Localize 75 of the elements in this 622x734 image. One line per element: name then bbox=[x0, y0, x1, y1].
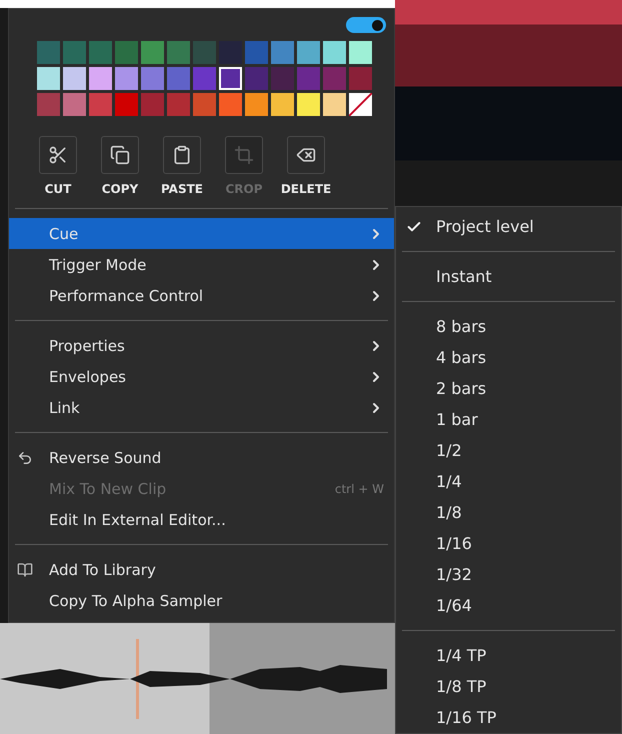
submenu-item[interactable]: Project level bbox=[396, 211, 621, 242]
color-swatch[interactable] bbox=[193, 67, 216, 90]
tool-button[interactable]: DELETE bbox=[281, 136, 331, 196]
menu-item[interactable]: Link bbox=[9, 392, 394, 423]
color-swatch[interactable] bbox=[297, 67, 320, 90]
color-swatch[interactable] bbox=[219, 67, 242, 90]
color-swatch[interactable] bbox=[115, 41, 138, 64]
submenu-item[interactable]: 1/16 bbox=[396, 528, 621, 559]
color-swatch[interactable] bbox=[245, 41, 268, 64]
color-swatch[interactable] bbox=[323, 93, 346, 116]
tool-button[interactable]: COPY bbox=[95, 136, 145, 196]
menu-item[interactable]: Trigger Mode bbox=[9, 249, 394, 280]
menu-item[interactable]: Performance Control bbox=[9, 280, 394, 311]
color-swatch[interactable] bbox=[271, 41, 294, 64]
color-swatch[interactable] bbox=[115, 67, 138, 90]
submenu-item[interactable]: 1 bar bbox=[396, 404, 621, 435]
submenu-item[interactable]: Instant bbox=[396, 261, 621, 292]
submenu-item[interactable]: 1/16 TP bbox=[396, 702, 621, 733]
color-swatch[interactable] bbox=[63, 67, 86, 90]
color-swatch[interactable] bbox=[63, 41, 86, 64]
color-swatch[interactable] bbox=[193, 93, 216, 116]
color-swatch[interactable] bbox=[349, 41, 372, 64]
no-color-swatch[interactable] bbox=[349, 93, 372, 116]
submenu-item[interactable]: 1/64 bbox=[396, 590, 621, 621]
menu-item[interactable]: Add To Library bbox=[9, 554, 394, 585]
color-swatch[interactable] bbox=[141, 67, 164, 90]
color-swatch[interactable] bbox=[245, 67, 268, 90]
menu-item[interactable]: Properties bbox=[9, 330, 394, 361]
menu-item[interactable]: Reverse Sound bbox=[9, 442, 394, 473]
copy-icon bbox=[110, 145, 130, 165]
toggle-switch[interactable] bbox=[346, 17, 386, 33]
color-swatch[interactable] bbox=[271, 67, 294, 90]
submenu-item[interactable]: 1/2 bbox=[396, 435, 621, 466]
clipboard-icon bbox=[172, 145, 192, 165]
color-swatch[interactable] bbox=[115, 93, 138, 116]
color-swatch[interactable] bbox=[297, 41, 320, 64]
color-swatch[interactable] bbox=[89, 41, 112, 64]
color-swatch[interactable] bbox=[37, 41, 60, 64]
undo-arrow-icon bbox=[17, 450, 33, 466]
tool-button[interactable]: CUT bbox=[33, 136, 83, 196]
color-swatch[interactable] bbox=[37, 67, 60, 90]
color-swatch[interactable] bbox=[323, 67, 346, 90]
book-icon bbox=[17, 562, 33, 578]
scissors-icon bbox=[48, 145, 68, 165]
color-swatch[interactable] bbox=[349, 67, 372, 90]
submenu-item[interactable]: 1/4 bbox=[396, 466, 621, 497]
color-swatch[interactable] bbox=[297, 93, 320, 116]
submenu-item[interactable]: 1/8 TP bbox=[396, 671, 621, 702]
color-swatch[interactable] bbox=[271, 93, 294, 116]
submenu-item[interactable]: 1/8 bbox=[396, 497, 621, 528]
submenu-item[interactable]: 8 bars bbox=[396, 311, 621, 342]
color-swatch[interactable] bbox=[193, 41, 216, 64]
color-swatch[interactable] bbox=[323, 41, 346, 64]
color-swatch[interactable] bbox=[63, 93, 86, 116]
color-swatch[interactable] bbox=[89, 67, 112, 90]
color-swatch[interactable] bbox=[219, 93, 242, 116]
tool-button[interactable]: PASTE bbox=[157, 136, 207, 196]
color-swatch[interactable] bbox=[245, 93, 268, 116]
color-swatch[interactable] bbox=[167, 41, 190, 64]
submenu-item[interactable]: 4 bars bbox=[396, 342, 621, 373]
submenu-item[interactable]: 1/32 bbox=[396, 559, 621, 590]
menu-item[interactable]: Edit In External Editor... bbox=[9, 504, 394, 535]
submenu-item[interactable]: 2 bars bbox=[396, 373, 621, 404]
crop-icon bbox=[234, 145, 254, 165]
menu-item[interactable]: Cue bbox=[9, 218, 394, 249]
color-swatch[interactable] bbox=[141, 93, 164, 116]
menu-item[interactable]: Copy To Alpha Sampler bbox=[9, 585, 394, 616]
menu-item[interactable]: Envelopes bbox=[9, 361, 394, 392]
color-swatch[interactable] bbox=[167, 93, 190, 116]
shortcut-text: ctrl + W bbox=[334, 482, 384, 496]
submenu-item[interactable]: 1/4 TP bbox=[396, 640, 621, 671]
color-swatch[interactable] bbox=[141, 41, 164, 64]
color-swatch[interactable] bbox=[89, 93, 112, 116]
color-swatch[interactable] bbox=[167, 67, 190, 90]
color-swatch[interactable] bbox=[37, 93, 60, 116]
